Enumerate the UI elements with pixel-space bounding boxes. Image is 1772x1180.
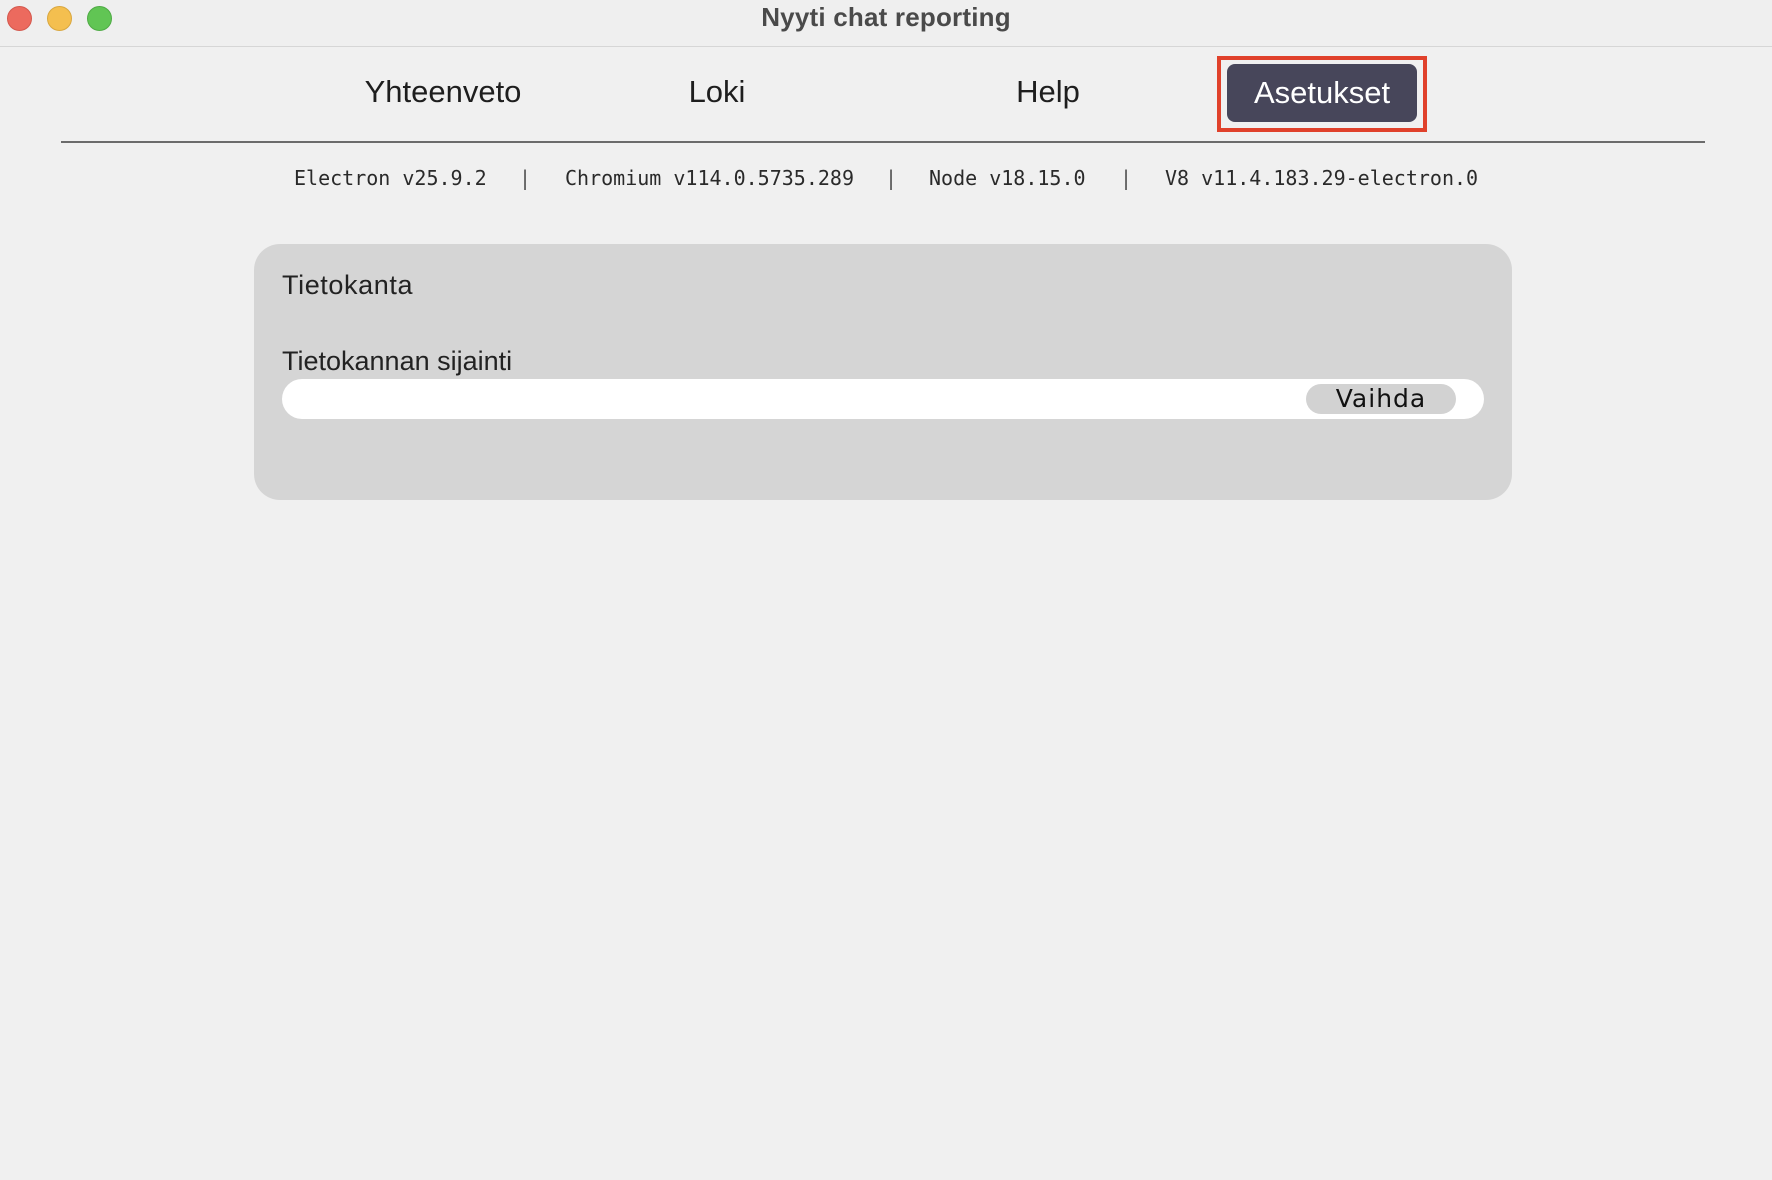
tab-loki[interactable]: Loki <box>689 74 746 110</box>
version-separator: | <box>885 166 898 190</box>
title-bar: Nyyti chat reporting <box>0 0 1772 47</box>
db-location-field: Vaihda <box>282 379 1484 419</box>
main-nav: Yhteenveto Loki Help Asetukset <box>0 46 1772 142</box>
version-separator: | <box>1120 166 1133 190</box>
tab-yhteenveto[interactable]: Yhteenveto <box>365 74 522 110</box>
tab-help[interactable]: Help <box>1016 74 1080 110</box>
database-settings-panel: Tietokanta Tietokannan sijainti Vaihda <box>254 244 1512 500</box>
db-location-input[interactable] <box>300 383 1294 417</box>
section-title: Tietokanta <box>282 270 414 300</box>
node-version: Node v18.15.0 <box>929 166 1086 190</box>
v8-version: V8 v11.4.183.29-electron.0 <box>1165 166 1479 190</box>
nav-divider <box>61 141 1705 143</box>
app-window: Nyyti chat reporting Yhteenveto Loki Hel… <box>0 0 1772 1180</box>
tab-asetukset[interactable]: Asetukset <box>1227 64 1417 122</box>
electron-version: Electron v25.9.2 <box>294 166 487 190</box>
change-db-button[interactable]: Vaihda <box>1306 384 1456 414</box>
chromium-version: Chromium v114.0.5735.289 <box>565 166 854 190</box>
db-location-label: Tietokannan sijainti <box>282 346 513 376</box>
window-title: Nyyti chat reporting <box>761 2 1011 32</box>
version-info-bar: Electron v25.9.2 | Chromium v114.0.5735.… <box>0 160 1772 196</box>
version-separator: | <box>519 166 532 190</box>
